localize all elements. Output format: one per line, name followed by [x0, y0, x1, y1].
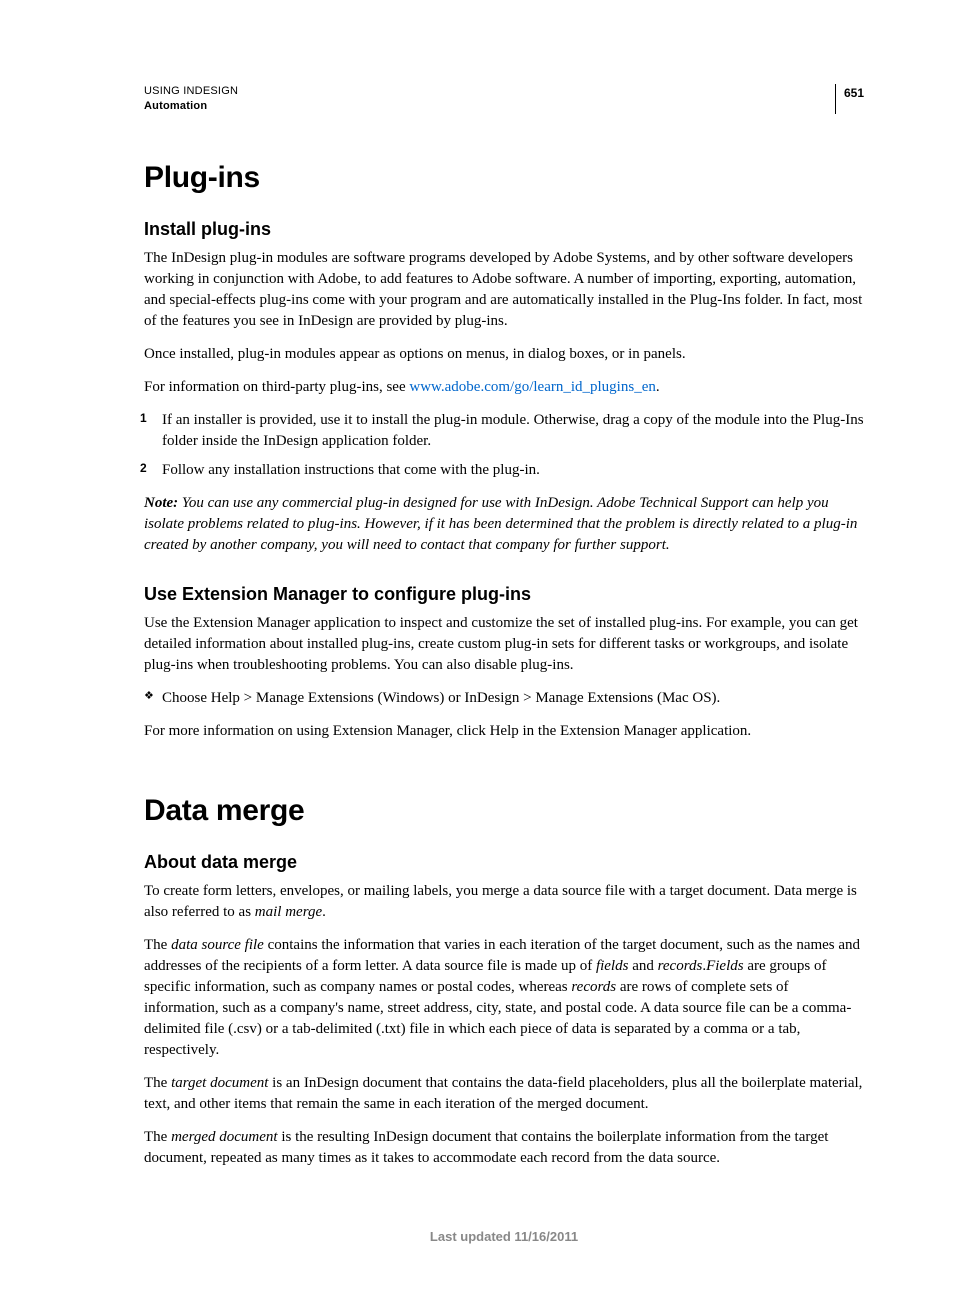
body-text: Once installed, plug-in modules appear a… — [144, 344, 864, 365]
body-text: The data source file contains the inform… — [144, 935, 864, 1061]
step-item: 1 If an installer is provided, use it to… — [144, 410, 864, 452]
text-fragment: The — [144, 1129, 171, 1145]
emphasis: fields — [596, 958, 629, 974]
numbered-steps: 1 If an installer is provided, use it to… — [144, 410, 864, 481]
body-text: The InDesign plug-in modules are softwar… — [144, 248, 864, 332]
text-fragment: . — [322, 904, 326, 920]
emphasis: mail merge — [255, 904, 322, 920]
header-breadcrumb: USING INDESIGN Automation — [144, 84, 238, 115]
body-text: The target document is an InDesign docum… — [144, 1073, 864, 1115]
bullet-item: Choose Help > Manage Extensions (Windows… — [144, 688, 864, 709]
body-text: The merged document is the resulting InD… — [144, 1127, 864, 1169]
text-fragment: The — [144, 1075, 171, 1091]
subheading-about-data-merge: About data merge — [144, 852, 864, 873]
header-section: Automation — [144, 99, 238, 114]
text-fragment: and — [628, 958, 657, 974]
step-text: Follow any installation instructions tha… — [162, 462, 540, 478]
step-text: If an installer is provided, use it to i… — [162, 412, 864, 449]
page-header: USING INDESIGN Automation 651 — [144, 84, 864, 115]
note-paragraph: Note: You can use any commercial plug-in… — [144, 493, 864, 556]
emphasis: records — [571, 979, 616, 995]
emphasis: target document — [171, 1075, 268, 1091]
step-number: 2 — [140, 460, 147, 477]
note-label: Note: — [144, 495, 182, 511]
body-text: For information on third-party plug-ins,… — [144, 377, 864, 398]
external-link[interactable]: www.adobe.com/go/learn_id_plugins_en — [409, 379, 655, 395]
emphasis: merged document — [171, 1129, 278, 1145]
text-fragment: For information on third-party plug-ins,… — [144, 379, 409, 395]
section-title-data-merge: Data merge — [144, 794, 864, 828]
text-fragment: To create form letters, envelopes, or ma… — [144, 883, 857, 920]
subheading-install-plugins: Install plug-ins — [144, 219, 864, 240]
body-text: To create form letters, envelopes, or ma… — [144, 881, 864, 923]
page-footer: Last updated 11/16/2011 — [144, 1229, 864, 1244]
text-fragment: . — [656, 379, 660, 395]
header-product: USING INDESIGN — [144, 84, 238, 99]
step-item: 2 Follow any installation instructions t… — [144, 460, 864, 481]
note-body: You can use any commercial plug-in desig… — [144, 495, 857, 553]
body-text: For more information on using Extension … — [144, 721, 864, 742]
emphasis: records — [658, 958, 703, 974]
page-number: 651 — [835, 84, 864, 114]
section-title-plugins: Plug-ins — [144, 161, 864, 195]
bullet-list: Choose Help > Manage Extensions (Windows… — [144, 688, 864, 709]
body-text: Use the Extension Manager application to… — [144, 613, 864, 676]
emphasis: data source file — [171, 937, 264, 953]
subheading-extension-manager: Use Extension Manager to configure plug-… — [144, 584, 864, 605]
emphasis: Fields — [706, 958, 744, 974]
step-number: 1 — [140, 410, 147, 427]
text-fragment: The — [144, 937, 171, 953]
